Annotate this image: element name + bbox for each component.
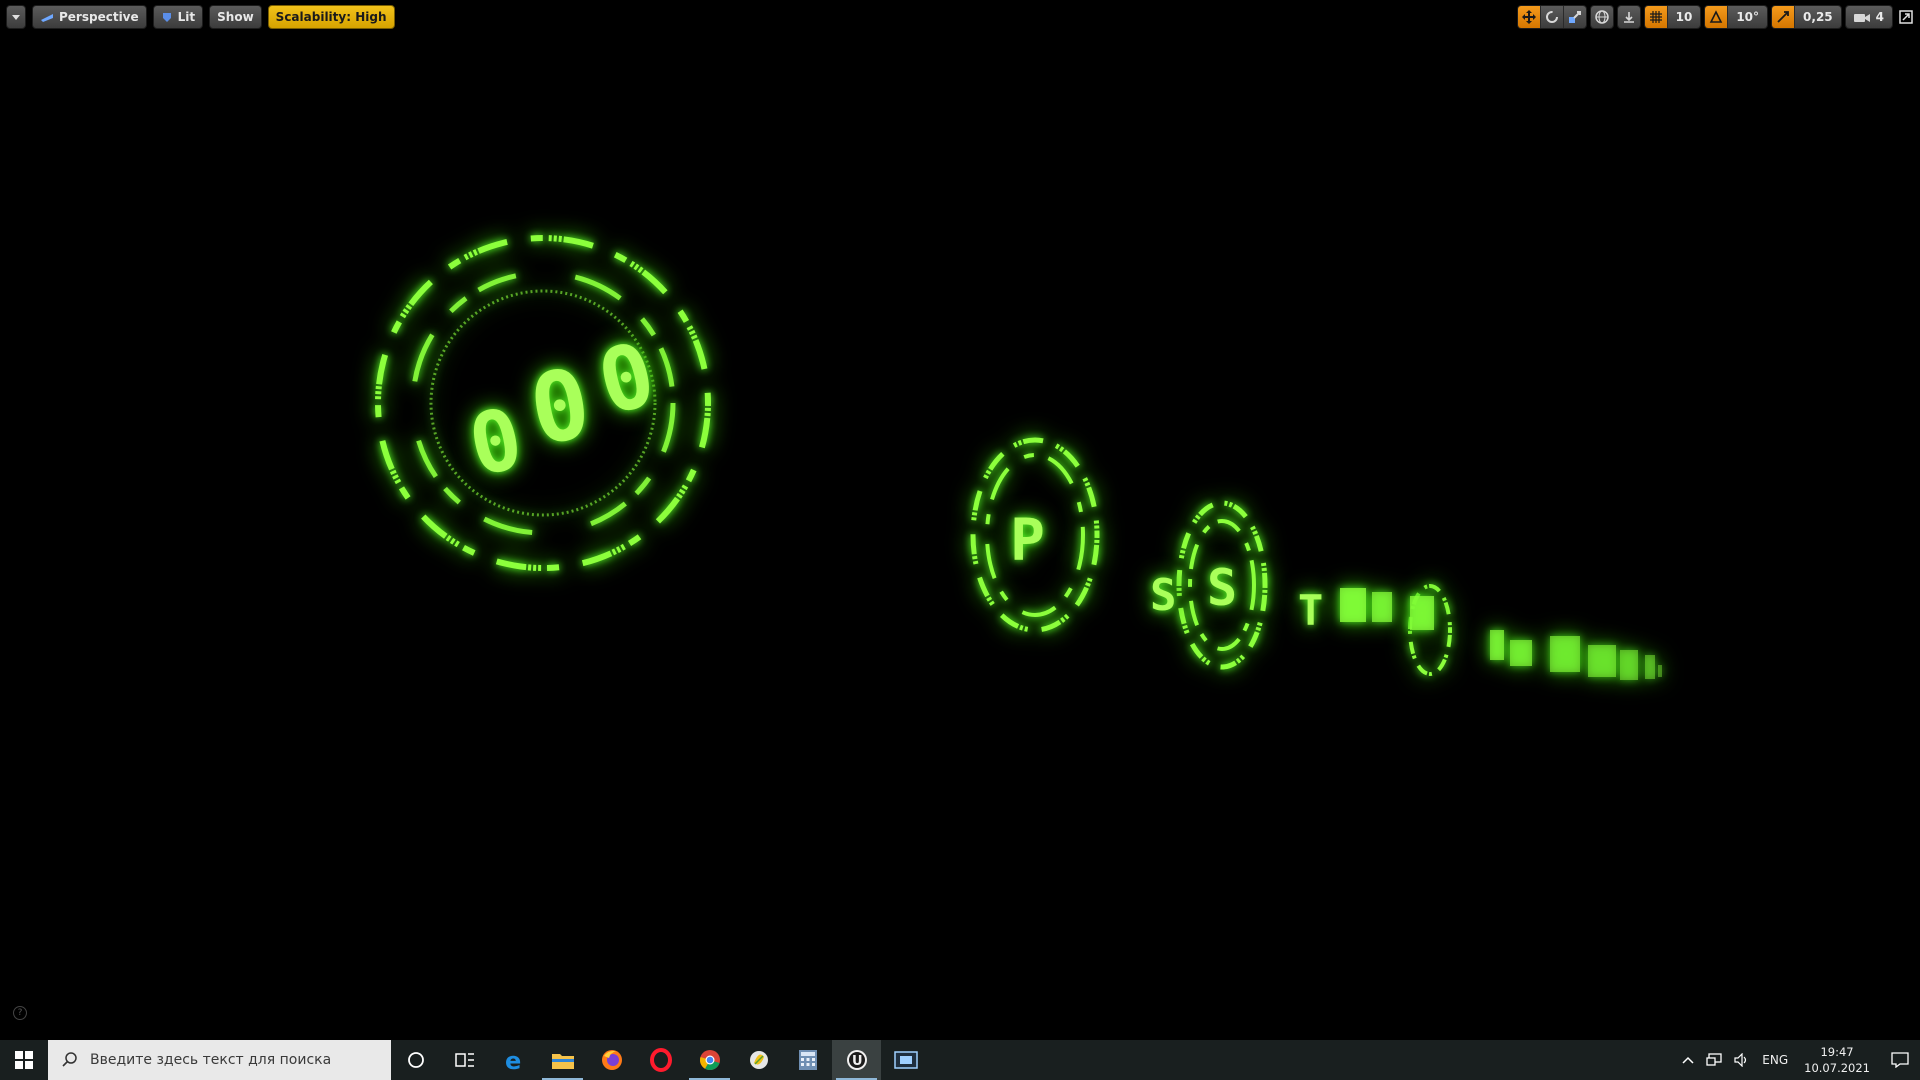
taskbar-app-video-editor[interactable] <box>881 1040 930 1080</box>
perspective-button[interactable]: Perspective <box>32 5 147 29</box>
move-arrows-icon <box>1521 10 1536 24</box>
folder-icon <box>551 1054 574 1069</box>
taskbar-clock[interactable]: 19:47 10.07.2021 <box>1794 1044 1880 1076</box>
glyph-noise-cluster <box>1340 588 1662 680</box>
camera-speed-group: 4 <box>1844 5 1893 29</box>
maximize-viewport-button[interactable] <box>1896 7 1916 27</box>
svg-text:U: U <box>852 1054 863 1069</box>
grid-icon <box>1649 11 1662 23</box>
taskbar-app-unreal-engine[interactable]: U <box>832 1040 881 1080</box>
chevron-down-icon <box>12 14 20 20</box>
task-view-icon <box>454 1053 474 1067</box>
glyph-0-b: 0 <box>522 347 598 467</box>
film-icon <box>893 1051 918 1069</box>
taskbar-app-edge[interactable]: e <box>489 1040 538 1080</box>
notification-icon <box>1891 1052 1909 1068</box>
firefox-icon <box>601 1050 622 1070</box>
viewport-toolbar-left: Perspective Lit Show Scalability: High <box>6 5 395 29</box>
maximize-icon <box>1899 10 1913 24</box>
scale-snap-icon <box>1777 11 1789 23</box>
opera-icon <box>649 1048 672 1072</box>
network-icon <box>1706 1053 1722 1066</box>
globe-icon <box>1594 10 1609 24</box>
perspective-icon <box>41 14 53 22</box>
edge-icon: e <box>505 1048 521 1072</box>
unreal-engine-icon: U <box>846 1050 867 1070</box>
windows-logo-icon <box>15 1051 33 1069</box>
scalability-label: Scalability: High <box>275 10 387 24</box>
surface-snap-icon <box>1623 12 1634 23</box>
cortana-button[interactable] <box>391 1040 440 1080</box>
svg-text:e: e <box>505 1048 521 1072</box>
rotate-icon <box>1545 11 1558 23</box>
scalability-button[interactable]: Scalability: High <box>267 5 395 29</box>
rotation-snap-group: 10° <box>1704 5 1769 29</box>
viewport-toolbar-right: 10 10° 0,25 4 <box>1516 5 1916 29</box>
action-center-button[interactable] <box>1880 1040 1920 1080</box>
glyph-0-a: 0 <box>461 389 531 495</box>
chrome-icon <box>699 1050 720 1071</box>
lit-sphere-icon <box>162 13 171 22</box>
scale-mode-button[interactable] <box>1563 6 1586 28</box>
taskbar-search-box[interactable]: Введите здесь текст для поиска <box>48 1040 391 1080</box>
task-view-button[interactable] <box>440 1040 489 1080</box>
taskbar-app-explorer[interactable] <box>538 1040 587 1080</box>
translate-mode-button[interactable] <box>1517 6 1541 28</box>
grid-snap-value[interactable]: 10 <box>1667 6 1701 28</box>
search-placeholder: Введите здесь текст для поиска <box>90 1052 332 1068</box>
taskbar-app-lemon[interactable] <box>734 1040 783 1080</box>
rotation-snap-toggle[interactable] <box>1705 6 1729 28</box>
taskbar-app-calculator[interactable] <box>783 1040 832 1080</box>
taskbar-app-firefox[interactable] <box>587 1040 636 1080</box>
show-hidden-icons-button[interactable] <box>1676 1040 1700 1080</box>
view-mode-button[interactable]: Lit <box>152 5 204 29</box>
calculator-icon <box>798 1050 817 1070</box>
rotate-mode-button[interactable] <box>1540 6 1564 28</box>
surface-snap-group <box>1616 5 1641 29</box>
camera-speed-value: 4 <box>1875 10 1884 24</box>
transform-mode-group <box>1516 5 1587 29</box>
chevron-up-icon <box>1682 1056 1694 1064</box>
clock-date: 10.07.2021 <box>1804 1061 1870 1075</box>
system-tray: ENG 19:47 10.07.2021 <box>1676 1040 1920 1080</box>
world-local-toggle[interactable] <box>1590 6 1613 28</box>
scale-snap-group: 0,25 <box>1771 5 1842 29</box>
glyph-s: S <box>1207 559 1237 617</box>
network-button[interactable] <box>1700 1040 1728 1080</box>
speaker-icon <box>1734 1053 1747 1067</box>
surface-snapping-button[interactable] <box>1617 6 1640 28</box>
grid-snap-toggle[interactable] <box>1644 6 1668 28</box>
clock-time: 19:47 <box>1820 1045 1854 1059</box>
viewport-scene[interactable]: 0 0 0 P S S T <box>0 0 1920 1040</box>
scale-snap-value[interactable]: 0,25 <box>1795 6 1841 28</box>
perspective-label: Perspective <box>59 10 139 24</box>
coordinate-system-group <box>1589 5 1614 29</box>
angle-icon <box>1710 10 1723 23</box>
glyph-p: P <box>1010 506 1045 574</box>
search-icon <box>62 1052 77 1067</box>
taskbar-app-chrome[interactable] <box>685 1040 734 1080</box>
camera-speed-button[interactable]: 4 <box>1845 6 1892 28</box>
help-icon[interactable]: ? <box>13 1006 27 1020</box>
viewport-options-dropdown[interactable] <box>6 5 26 29</box>
start-button[interactable] <box>0 1040 48 1080</box>
grid-snap-group: 10 <box>1643 5 1702 29</box>
windows-taskbar: Введите здесь текст для поиска e U ENG 1… <box>0 1040 1920 1080</box>
view-mode-label: Lit <box>177 10 196 24</box>
glyph-t: T <box>1298 586 1323 635</box>
lemon-app-icon <box>749 1051 768 1069</box>
glyph-s-small: S <box>1150 570 1177 621</box>
scale-snap-toggle[interactable] <box>1772 6 1796 28</box>
rotation-snap-value[interactable]: 10° <box>1728 6 1768 28</box>
glyph-0-c: 0 <box>588 322 664 435</box>
scale-icon <box>1568 11 1581 23</box>
taskbar-app-opera[interactable] <box>636 1040 685 1080</box>
show-button[interactable]: Show <box>209 5 262 29</box>
volume-button[interactable] <box>1728 1040 1756 1080</box>
show-label: Show <box>217 10 254 24</box>
camera-icon <box>1853 14 1870 22</box>
cortana-icon <box>407 1052 424 1068</box>
input-language-button[interactable]: ENG <box>1756 1040 1794 1080</box>
